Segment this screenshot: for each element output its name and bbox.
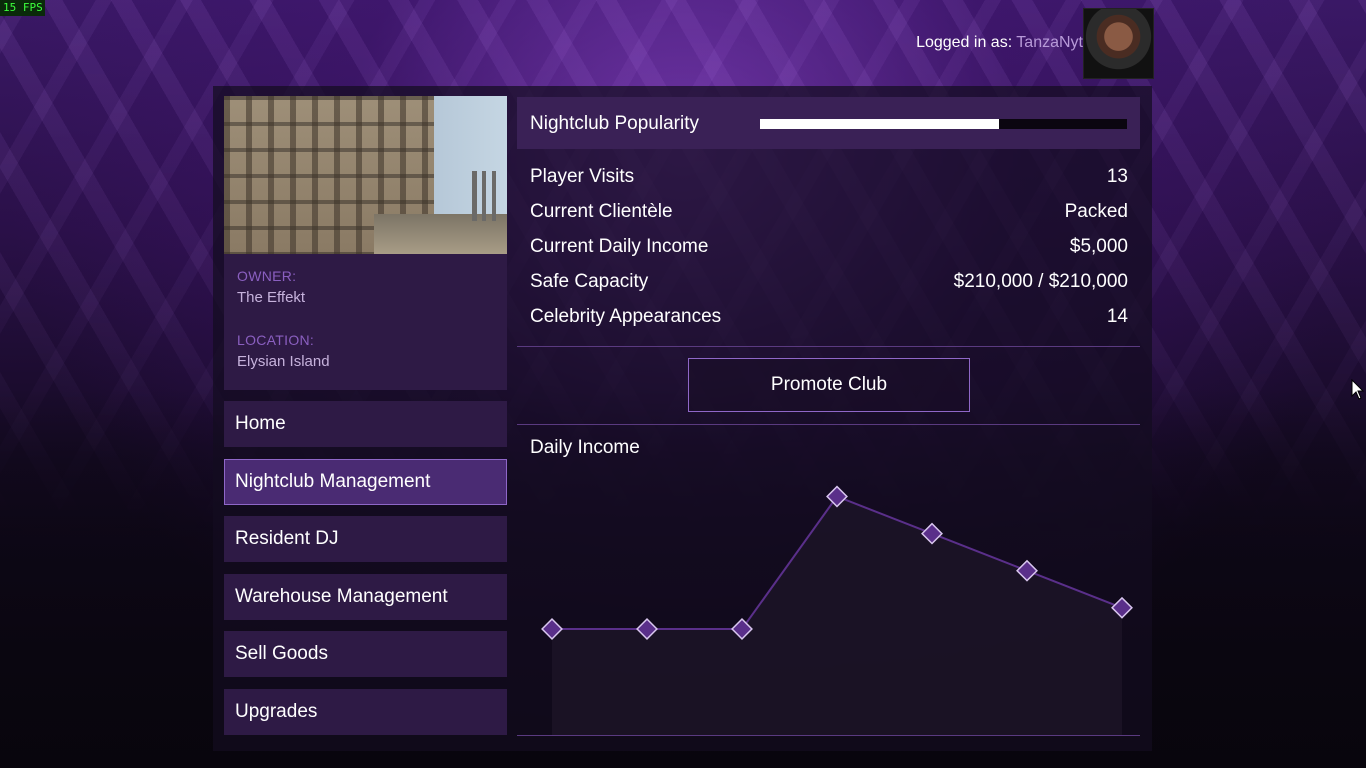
- stat-safe-capacity: Safe Capacity $210,000 / $210,000: [530, 271, 1128, 301]
- nav-item-sell-goods[interactable]: Sell Goods: [224, 631, 507, 677]
- stat-celebrity-appearances: Celebrity Appearances 14: [530, 306, 1128, 336]
- stat-label: Current Clientèle: [530, 201, 673, 222]
- stat-daily-income: Current Daily Income $5,000: [530, 236, 1128, 266]
- stat-player-visits: Player Visits 13: [530, 166, 1128, 196]
- promote-club-button[interactable]: Promote Club: [688, 358, 970, 412]
- stat-value: $210,000 / $210,000: [953, 271, 1128, 292]
- nav-item-resident-dj[interactable]: Resident DJ: [224, 516, 507, 562]
- stat-label: Current Daily Income: [530, 236, 709, 257]
- username: TanzaNyt: [1016, 34, 1083, 51]
- owner-label: OWNER:: [237, 268, 297, 284]
- nav-item-home[interactable]: Home: [224, 401, 507, 447]
- stat-label: Celebrity Appearances: [530, 306, 722, 327]
- player-avatar: [1083, 8, 1154, 79]
- nav-item-warehouse-management[interactable]: Warehouse Management: [224, 574, 507, 620]
- chart-area-fill: [552, 496, 1122, 735]
- stat-value: 13: [1106, 166, 1128, 187]
- popularity-bar: [760, 119, 1127, 129]
- divider: [517, 735, 1140, 736]
- nav-item-upgrades[interactable]: Upgrades: [224, 689, 507, 735]
- stat-label: Player Visits: [530, 166, 635, 187]
- login-status: Logged in as: TanzaNyt: [916, 34, 1083, 52]
- location-value: Elysian Island: [237, 353, 330, 370]
- popularity-bar-fill: [760, 119, 999, 129]
- location-label: LOCATION:: [237, 332, 315, 348]
- popularity-label: Nightclub Popularity: [530, 113, 699, 134]
- popularity-row: Nightclub Popularity: [517, 97, 1140, 149]
- chart-title: Daily Income: [530, 437, 640, 458]
- owner-value: The Effekt: [237, 289, 306, 306]
- login-prefix: Logged in as:: [916, 34, 1013, 51]
- divider: [517, 346, 1140, 347]
- daily-income-chart: [541, 485, 1133, 735]
- photo-towers: [472, 171, 498, 221]
- divider: [517, 424, 1140, 425]
- stat-value: Packed: [1064, 201, 1128, 222]
- stat-current-clientele: Current Clientèle Packed: [530, 201, 1128, 231]
- fps-counter: 15 FPS: [0, 0, 45, 16]
- property-info-card: OWNER: The Effekt LOCATION: Elysian Isla…: [224, 96, 507, 390]
- stat-label: Safe Capacity: [530, 271, 649, 292]
- mouse-cursor-icon: [1351, 379, 1365, 400]
- stat-value: $5,000: [1069, 236, 1128, 257]
- nav-item-nightclub-management[interactable]: Nightclub Management: [224, 459, 507, 505]
- property-photo: [224, 96, 507, 254]
- stat-value: 14: [1106, 306, 1128, 327]
